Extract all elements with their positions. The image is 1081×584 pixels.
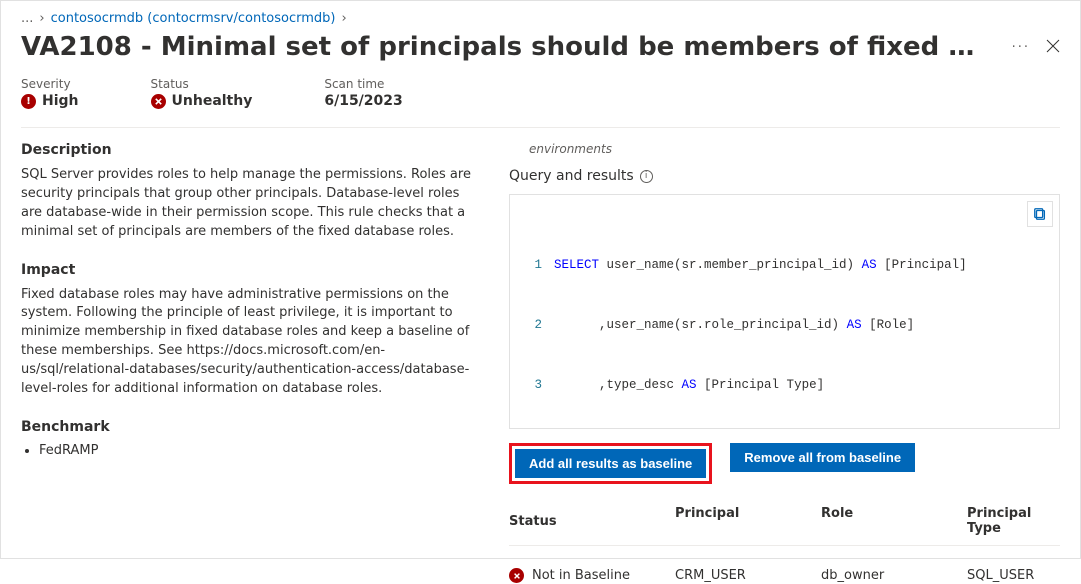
info-icon[interactable]: i [640, 170, 653, 183]
unhealthy-icon [151, 94, 166, 109]
impact-heading: Impact [21, 262, 481, 278]
breadcrumb-link[interactable]: contosocrmdb (contocrmsrv/contosocrmdb) [51, 11, 336, 26]
close-icon[interactable] [1046, 39, 1060, 57]
add-baseline-highlight: Add all results as baseline [509, 443, 712, 484]
scan-value: 6/15/2023 [324, 93, 402, 109]
add-all-results-button[interactable]: Add all results as baseline [515, 449, 706, 478]
severity-value: High [42, 93, 79, 109]
benchmark-heading: Benchmark [21, 419, 481, 435]
row-principal: CRM_USER [675, 568, 821, 583]
row-ptype: SQL_USER [967, 568, 1060, 583]
severity-label: Severity [21, 77, 79, 91]
status-value: Unhealthy [172, 93, 253, 109]
scan-label: Scan time [324, 77, 402, 91]
environments-note: environments [529, 142, 1060, 156]
query-results-heading: Query and results [509, 168, 634, 184]
table-row[interactable]: Not in Baseline CRM_USER db_owner SQL_US… [509, 568, 1060, 584]
breadcrumb-sep: › [39, 11, 44, 26]
row-role: db_owner [821, 568, 967, 583]
col-role[interactable]: Role [821, 506, 967, 536]
remove-all-baseline-button[interactable]: Remove all from baseline [730, 443, 915, 472]
benchmark-item: FedRAMP [39, 443, 481, 458]
breadcrumb-ellipsis[interactable]: ... [21, 11, 33, 26]
severity-icon: ! [21, 94, 36, 109]
breadcrumb: ... › contosocrmdb (contocrmsrv/contosoc… [21, 11, 1060, 26]
impact-body: Fixed database roles may have administra… [21, 286, 481, 399]
query-code-box: 1SELECT user_name(sr.member_principal_id… [509, 194, 1060, 429]
meta-row: Severity ! High Status Unhealthy Scan ti… [21, 77, 1060, 127]
col-status[interactable]: Status [509, 506, 675, 536]
col-principal[interactable]: Principal [675, 506, 821, 536]
more-icon[interactable]: ··· [1012, 40, 1030, 55]
description-heading: Description [21, 142, 481, 158]
results-header-row: Status Principal Role Principal Type [509, 506, 1060, 537]
error-icon [509, 568, 524, 583]
breadcrumb-sep-2: › [342, 11, 347, 26]
description-body: SQL Server provides roles to help manage… [21, 166, 481, 241]
col-ptype[interactable]: Principal Type [967, 506, 1060, 536]
row-status: Not in Baseline [532, 568, 630, 583]
copy-button[interactable] [1027, 201, 1053, 227]
page-title: VA2108 - Minimal set of principals shoul… [21, 32, 981, 63]
status-label: Status [151, 77, 253, 91]
